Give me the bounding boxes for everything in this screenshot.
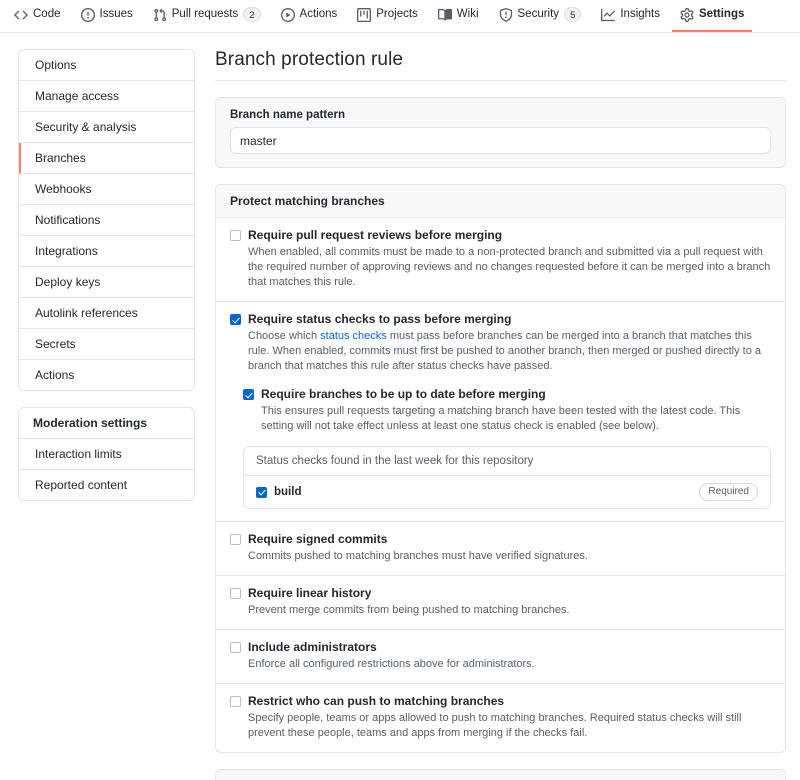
checkbox-restrict-who-can-push[interactable] <box>230 696 241 707</box>
sidebar-item-integrations[interactable]: Integrations <box>19 236 194 267</box>
rule-require-linear-history: Require linear history Prevent merge com… <box>216 576 785 630</box>
page-title: Branch protection rule <box>215 49 786 81</box>
rule-require-branches-up-to-date-label: Require branches to be up to date before… <box>261 387 546 401</box>
sidebar-item-autolink-references[interactable]: Autolink references <box>19 298 194 329</box>
nav-tab-security[interactable]: Security 5 <box>491 7 590 32</box>
branch-name-pattern-body: Branch name pattern <box>216 98 785 167</box>
rule-require-pull-request-reviews-label: Require pull request reviews before merg… <box>248 228 503 242</box>
rule-restrict-who-can-push: Restrict who can push to matching branch… <box>216 684 785 752</box>
sidebar-item-notifications[interactable]: Notifications <box>19 205 194 236</box>
nav-tab-projects-label: Projects <box>376 8 418 21</box>
rule-include-administrators-label: Include administrators <box>248 640 377 654</box>
issue-opened-icon <box>80 8 95 22</box>
rule-restrict-who-can-push-desc: Specify people, teams or apps allowed to… <box>248 712 742 739</box>
nav-tab-code-label: Code <box>33 8 61 21</box>
nav-tab-insights[interactable]: Insights <box>593 8 668 32</box>
nav-tab-projects[interactable]: Projects <box>349 8 426 32</box>
sidebar-item-secrets[interactable]: Secrets <box>19 329 194 360</box>
branch-name-pattern-box: Branch name pattern <box>215 97 786 168</box>
nav-tab-issues[interactable]: Issues <box>73 8 141 32</box>
moderation-settings-heading: Moderation settings <box>19 408 194 439</box>
rule-require-pull-request-reviews: Require pull request reviews before merg… <box>216 218 785 302</box>
sidebar-item-reported-content[interactable]: Reported content <box>19 470 194 500</box>
rule-require-branches-up-to-date: Require branches to be up to date before… <box>243 387 771 434</box>
settings-sidebar: Options Manage access Security & analysi… <box>18 49 195 780</box>
protect-matching-branches-box: Protect matching branches Require pull r… <box>215 184 786 753</box>
page-body: Options Manage access Security & analysi… <box>0 33 800 780</box>
nav-tab-insights-label: Insights <box>620 8 660 21</box>
status-badge-required: Required <box>699 483 758 501</box>
shield-icon <box>499 7 513 22</box>
everyone-rules-header: Rules applied to everyone including admi… <box>216 770 785 780</box>
sidebar-item-interaction-limits[interactable]: Interaction limits <box>19 439 194 470</box>
desc-pre-text: Choose which <box>248 330 321 342</box>
sidebar-item-security-analysis[interactable]: Security & analysis <box>19 112 194 143</box>
nav-tab-settings[interactable]: Settings <box>672 8 753 32</box>
branch-name-pattern-input[interactable] <box>230 127 771 154</box>
nav-tab-wiki-label: Wiki <box>456 8 479 21</box>
rule-require-branches-up-to-date-desc: This ensures pull requests targeting a m… <box>261 405 741 432</box>
rule-require-signed-commits-desc: Commits pushed to matching branches must… <box>248 550 588 562</box>
checkbox-include-administrators[interactable] <box>230 642 241 653</box>
book-icon <box>437 8 452 22</box>
rule-require-signed-commits-label: Require signed commits <box>248 532 388 546</box>
nav-tab-settings-label: Settings <box>699 8 745 21</box>
git-pull-request-icon <box>153 8 167 22</box>
nav-tab-pull-requests[interactable]: Pull requests 2 <box>145 7 269 32</box>
rule-require-signed-commits: Require signed commits Commits pushed to… <box>216 522 785 576</box>
play-icon <box>280 8 295 22</box>
sidebar-item-deploy-keys[interactable]: Deploy keys <box>19 267 194 298</box>
status-checks-list-header: Status checks found in the last week for… <box>244 447 770 476</box>
protect-matching-branches-header: Protect matching branches <box>216 185 785 218</box>
sidebar-item-branches[interactable]: Branches <box>19 143 194 174</box>
rule-require-pull-request-reviews-desc: When enabled, all commits must be made t… <box>248 246 771 288</box>
checkbox-require-linear-history[interactable] <box>230 588 241 599</box>
repo-nav: Code Issues Pull requests 2 Actions Proj… <box>0 0 800 33</box>
status-checks-link[interactable]: status checks <box>320 330 387 342</box>
sidebar-item-manage-access[interactable]: Manage access <box>19 81 194 112</box>
nav-tab-issues-label: Issues <box>99 8 133 21</box>
status-check-row-build: build Required <box>244 476 770 508</box>
checkbox-require-signed-commits[interactable] <box>230 534 241 545</box>
rule-require-status-checks-label: Require status checks to pass before mer… <box>248 312 512 326</box>
rule-include-administrators: Include administrators Enforce all confi… <box>216 630 785 684</box>
branch-name-pattern-label: Branch name pattern <box>230 109 346 121</box>
gear-icon <box>680 8 694 22</box>
nav-tab-security-count: 5 <box>564 7 582 22</box>
nav-tab-pull-requests-label: Pull requests <box>171 7 239 20</box>
checkbox-status-check-build[interactable] <box>256 486 267 498</box>
nav-tab-security-label: Security <box>517 7 560 20</box>
rule-require-status-checks-desc: Choose which status checks must pass bef… <box>248 329 771 374</box>
moderation-menu: Moderation settings Interaction limits R… <box>18 407 195 501</box>
nav-tab-actions[interactable]: Actions <box>273 8 346 32</box>
rule-include-administrators-desc: Enforce all configured restrictions abov… <box>248 658 535 670</box>
checkbox-require-pull-request-reviews[interactable] <box>230 230 241 241</box>
nav-tab-pull-requests-count: 2 <box>243 7 261 22</box>
checkbox-require-status-checks[interactable] <box>230 314 241 325</box>
nav-tab-actions-label: Actions <box>299 8 338 21</box>
status-checks-list-box: Status checks found in the last week for… <box>243 446 771 509</box>
sidebar-item-webhooks[interactable]: Webhooks <box>19 174 194 205</box>
rule-require-linear-history-label: Require linear history <box>248 586 372 600</box>
status-check-build-name: build <box>274 486 302 498</box>
main-content: Branch protection rule Branch name patte… <box>215 49 786 780</box>
checkbox-require-branches-up-to-date[interactable] <box>243 389 254 400</box>
code-icon <box>14 8 28 22</box>
settings-menu: Options Manage access Security & analysi… <box>18 49 195 391</box>
graph-icon <box>601 8 616 22</box>
project-icon <box>357 8 372 22</box>
rule-require-status-checks: Require status checks to pass before mer… <box>216 302 785 522</box>
nav-tab-wiki[interactable]: Wiki <box>430 8 487 32</box>
everyone-rules-box: Rules applied to everyone including admi… <box>215 769 786 780</box>
sidebar-item-options[interactable]: Options <box>19 50 194 81</box>
rule-require-linear-history-desc: Prevent merge commits from being pushed … <box>248 604 570 616</box>
rule-restrict-who-can-push-label: Restrict who can push to matching branch… <box>248 694 505 708</box>
nav-tab-code[interactable]: Code <box>6 8 69 32</box>
sidebar-item-actions[interactable]: Actions <box>19 360 194 390</box>
